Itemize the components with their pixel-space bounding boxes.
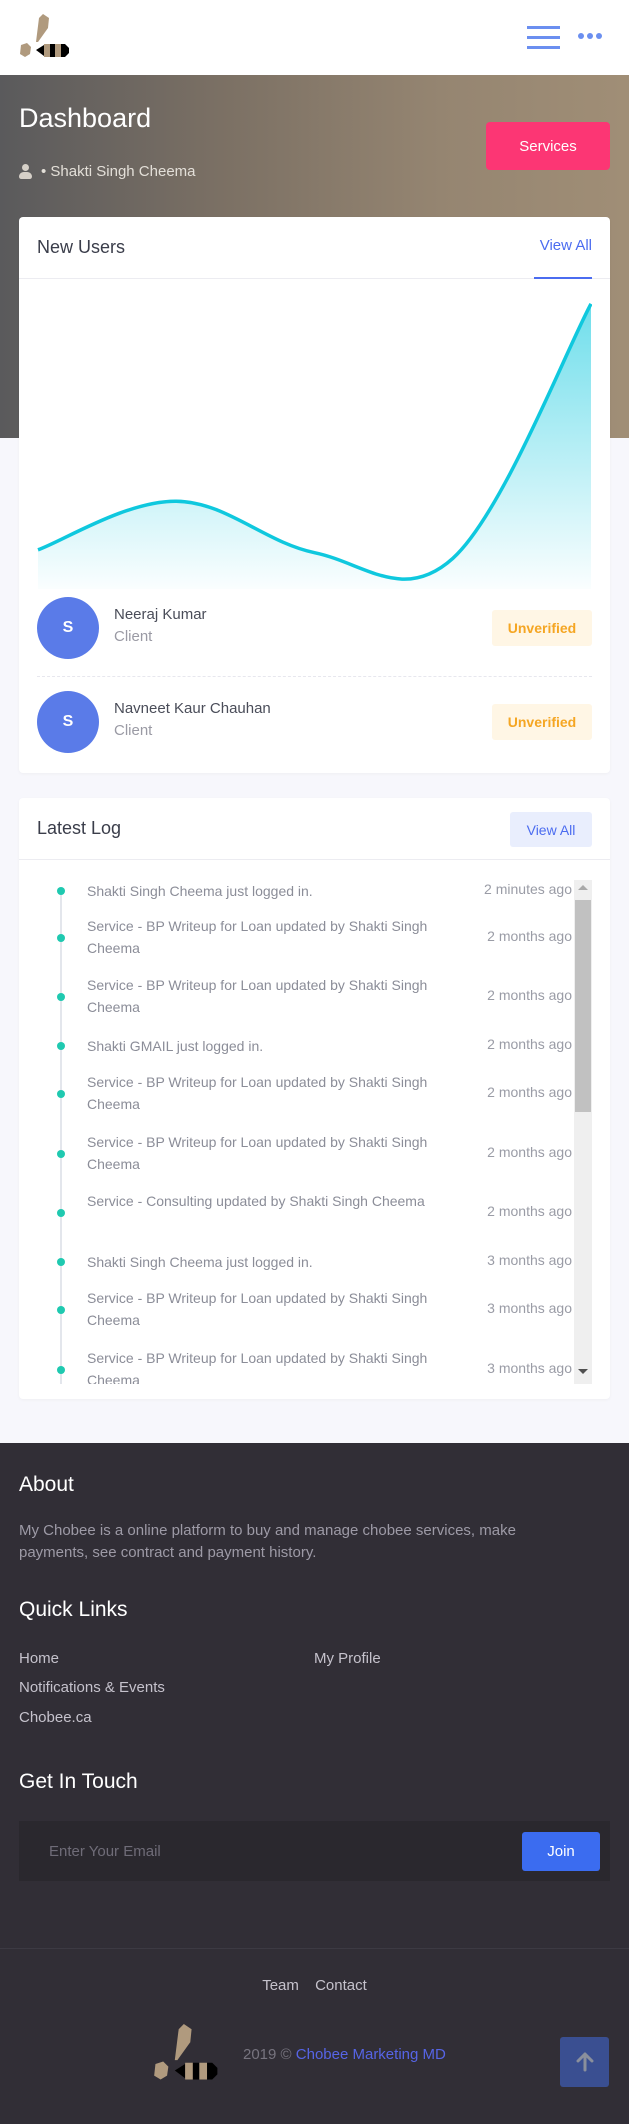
avatar: S bbox=[37, 597, 99, 659]
footer-link-my-profile[interactable]: My Profile bbox=[314, 1650, 381, 1667]
log-time: 3 months ago bbox=[487, 1300, 572, 1316]
log-time: 2 months ago bbox=[487, 1203, 572, 1219]
user-list-item[interactable]: S Navneet Kaur Chauhan Client Unverified bbox=[37, 686, 592, 756]
new-users-chart bbox=[37, 303, 592, 589]
log-text: Service - BP Writeup for Loan updated by… bbox=[87, 1350, 428, 1384]
footer-bottom-links: Team Contact bbox=[0, 1977, 629, 1994]
top-navbar bbox=[0, 0, 629, 75]
log-time: 2 months ago bbox=[487, 987, 572, 1003]
user-name: Navneet Kaur Chauhan bbox=[114, 700, 271, 717]
log-text: Shakti Singh Cheema just logged in. bbox=[87, 1254, 313, 1270]
log-list[interactable]: Shakti Singh Cheema just logged in. 2 mi… bbox=[37, 880, 592, 1384]
about-heading: About bbox=[19, 1473, 74, 1496]
new-users-card: New Users View All S Neeraj Kumar Client… bbox=[19, 217, 610, 773]
timeline-dot-icon bbox=[57, 993, 65, 1001]
log-text: Service - BP Writeup for Loan updated by… bbox=[87, 977, 428, 1015]
log-time: 3 months ago bbox=[487, 1252, 572, 1268]
log-time: 2 months ago bbox=[487, 928, 572, 944]
log-text: Service - BP Writeup for Loan updated by… bbox=[87, 1290, 428, 1328]
timeline-dot-icon bbox=[57, 934, 65, 942]
footer-link-home[interactable]: Home bbox=[19, 1650, 59, 1667]
new-users-title: New Users bbox=[37, 237, 126, 257]
arrow-up-icon bbox=[576, 2052, 593, 2072]
log-time: 3 months ago bbox=[487, 1360, 572, 1376]
avatar: S bbox=[37, 691, 99, 753]
log-time: 2 months ago bbox=[487, 1036, 572, 1052]
about-text: My Chobee is a online platform to buy an… bbox=[19, 1522, 516, 1561]
more-dots-icon[interactable] bbox=[578, 33, 602, 39]
scroll-thumb[interactable] bbox=[575, 900, 591, 1112]
scroll-down-arrow-icon[interactable] bbox=[578, 1369, 588, 1374]
page-title: Dashboard bbox=[19, 103, 152, 133]
timeline-dot-icon bbox=[57, 1042, 65, 1050]
new-users-header: New Users View All bbox=[19, 217, 610, 279]
timeline-dot-icon bbox=[57, 1306, 65, 1314]
back-to-top-button[interactable] bbox=[560, 2037, 609, 2087]
copyright-text: 2019 © Chobee Marketing MD bbox=[243, 2046, 446, 2063]
newsletter-form: Join bbox=[19, 1821, 610, 1881]
latest-log-header: Latest Log View All bbox=[19, 798, 610, 860]
chobee-logo-icon[interactable] bbox=[16, 12, 78, 64]
chart-area-fill bbox=[38, 303, 591, 589]
brand-link[interactable]: Chobee Marketing MD bbox=[296, 2046, 446, 2063]
user-icon bbox=[19, 164, 32, 179]
log-text: Shakti GMAIL just logged in. bbox=[87, 1038, 264, 1054]
timeline-dot-icon bbox=[57, 1258, 65, 1266]
timeline-dot-icon bbox=[57, 1366, 65, 1374]
log-text: Service - BP Writeup for Loan updated by… bbox=[87, 1074, 428, 1112]
quick-links-heading: Quick Links bbox=[19, 1598, 128, 1621]
email-input[interactable] bbox=[49, 1831, 519, 1871]
scroll-up-arrow-icon[interactable] bbox=[578, 885, 588, 890]
log-time: 2 months ago bbox=[487, 1084, 572, 1100]
log-time: 2 months ago bbox=[487, 1144, 572, 1160]
services-button[interactable]: Services bbox=[486, 122, 610, 170]
user-name-label: • Shakti Singh Cheema bbox=[41, 163, 196, 180]
view-all-underline bbox=[534, 277, 592, 279]
timeline-dot-icon bbox=[57, 1209, 65, 1217]
footer: About My Chobee is a online platform to … bbox=[0, 1443, 629, 2124]
log-time: 2 minutes ago bbox=[484, 881, 572, 897]
user-role: Client bbox=[114, 722, 153, 739]
footer-link-contact[interactable]: Contact bbox=[315, 1977, 367, 1994]
get-in-touch-heading: Get In Touch bbox=[19, 1770, 138, 1793]
timeline-dot-icon bbox=[57, 1090, 65, 1098]
log-text: Service - BP Writeup for Loan updated by… bbox=[87, 1134, 428, 1172]
footer-link-team[interactable]: Team bbox=[262, 1977, 299, 1994]
user-list-item[interactable]: S Neeraj Kumar Client Unverified bbox=[37, 592, 592, 662]
new-users-view-all-link[interactable]: View All bbox=[540, 237, 592, 254]
join-button[interactable]: Join bbox=[522, 1832, 600, 1871]
footer-link-chobee-ca[interactable]: Chobee.ca bbox=[19, 1709, 92, 1726]
footer-link-notifications[interactable]: Notifications & Events bbox=[19, 1679, 165, 1696]
current-user: • Shakti Singh Cheema bbox=[19, 163, 196, 180]
latest-log-title: Latest Log bbox=[37, 818, 122, 838]
timeline-dot-icon bbox=[57, 887, 65, 895]
status-badge: Unverified bbox=[492, 610, 592, 646]
user-role: Client bbox=[114, 628, 153, 645]
log-text: Service - Consulting updated by Shakti S… bbox=[87, 1193, 425, 1209]
footer-divider bbox=[0, 1948, 629, 1949]
log-scrollbar[interactable] bbox=[574, 880, 592, 1384]
log-text: Service - BP Writeup for Loan updated by… bbox=[87, 918, 428, 956]
user-name: Neeraj Kumar bbox=[114, 606, 207, 623]
timeline-dot-icon bbox=[57, 1150, 65, 1158]
latest-log-card: Latest Log View All Shakti Singh Cheema … bbox=[19, 798, 610, 1399]
status-badge: Unverified bbox=[492, 704, 592, 740]
chobee-footer-logo-icon bbox=[154, 2024, 218, 2080]
log-text: Shakti Singh Cheema just logged in. bbox=[87, 883, 313, 899]
hamburger-menu-icon[interactable] bbox=[527, 26, 560, 50]
row-divider bbox=[37, 676, 592, 677]
latest-log-view-all-button[interactable]: View All bbox=[510, 812, 592, 847]
